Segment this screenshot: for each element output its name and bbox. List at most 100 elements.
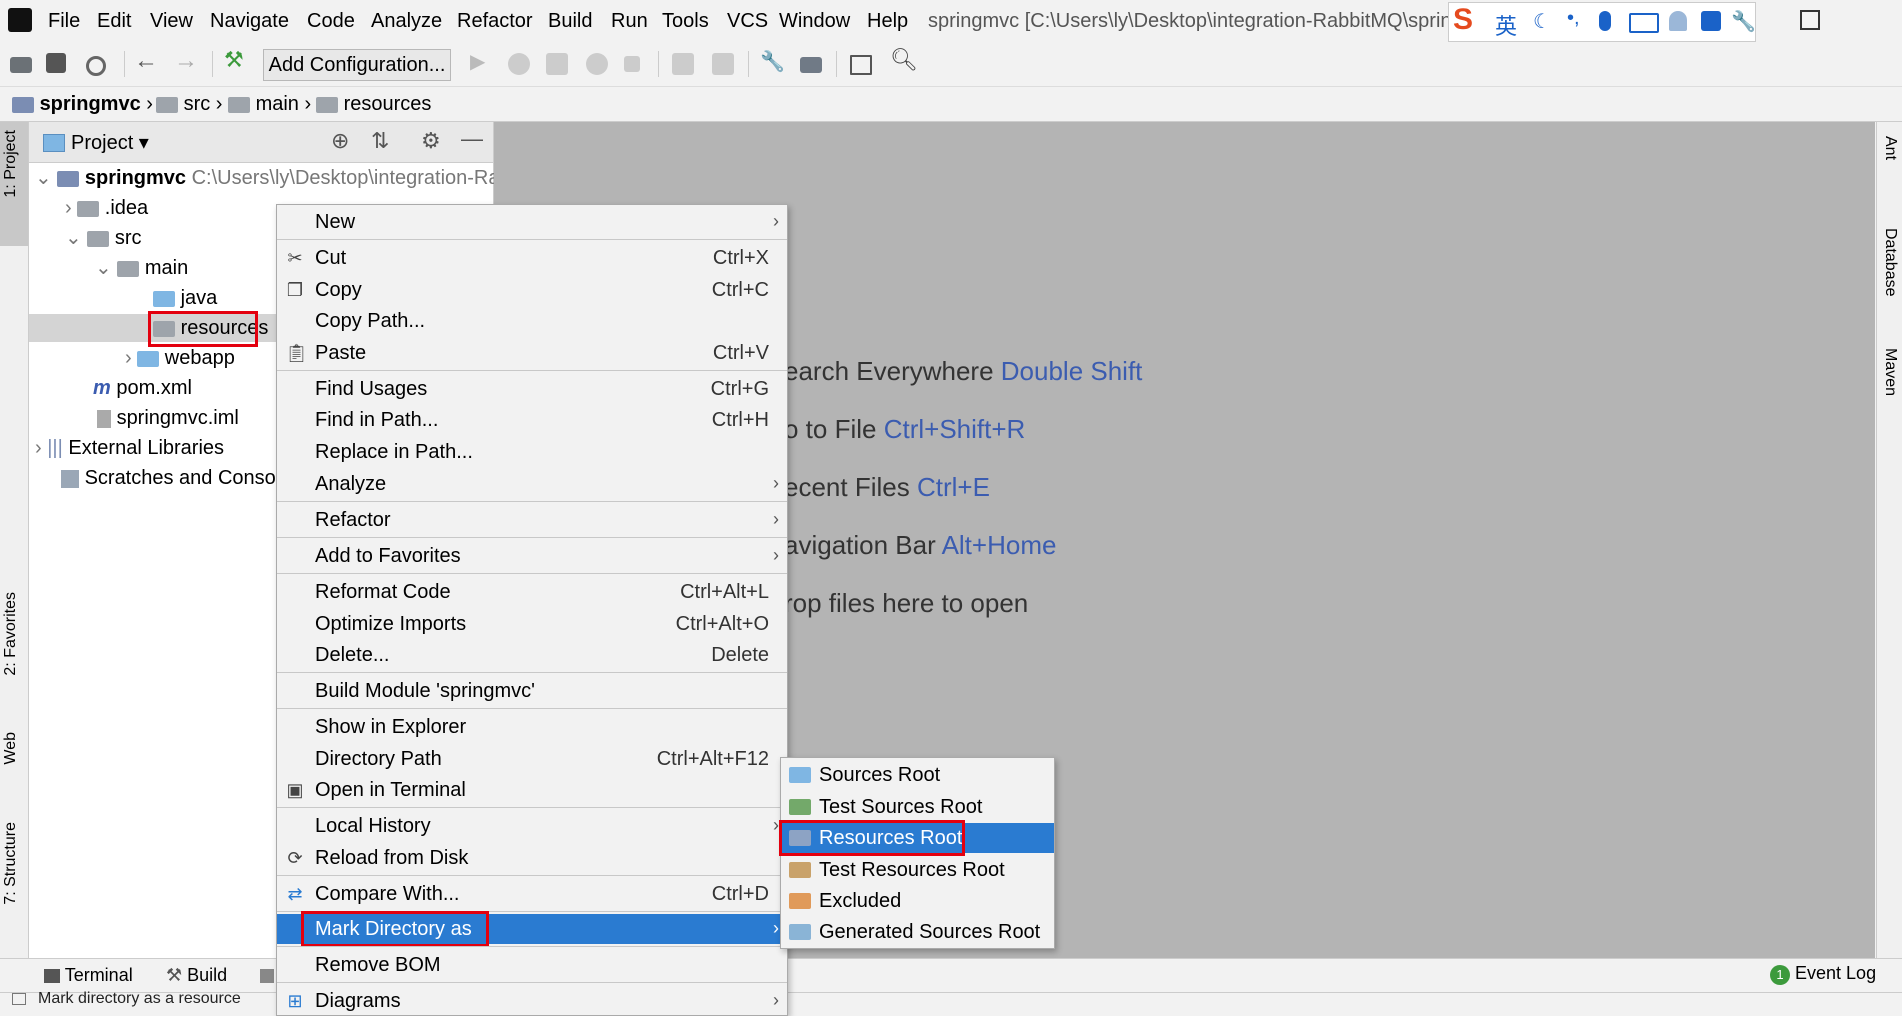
- moon-icon[interactable]: ☾: [1533, 9, 1551, 34]
- tab-maven[interactable]: Maven: [1881, 348, 1899, 396]
- forward-arrow-icon[interactable]: →: [174, 47, 198, 74]
- menu-item-reformat-code[interactable]: Reformat Code Ctrl+Alt+L: [277, 577, 787, 607]
- update-running-icon[interactable]: [672, 53, 694, 75]
- menu-item-diagrams[interactable]: ⊞ Diagrams ›: [277, 986, 787, 1016]
- todo-icon[interactable]: [260, 969, 274, 983]
- breadcrumb-src[interactable]: src ›: [156, 93, 222, 116]
- expand-arrow-icon[interactable]: ⌄: [65, 227, 82, 249]
- menu-item-cut[interactable]: ✂ Cut Ctrl+X: [277, 243, 787, 273]
- menu-item-new[interactable]: New ›: [277, 207, 787, 237]
- debug-icon[interactable]: [508, 53, 530, 75]
- menu-item-open-in-terminal[interactable]: ▣ Open in Terminal: [277, 775, 787, 805]
- menu-item-refactor[interactable]: Refactor ›: [277, 505, 787, 535]
- menu-vcs[interactable]: VCS: [727, 10, 768, 33]
- search-icon[interactable]: 🔍︎: [890, 47, 918, 72]
- settings-wrench-icon[interactable]: 🔧: [760, 49, 785, 73]
- back-arrow-icon[interactable]: ←: [134, 47, 158, 74]
- sync-icon[interactable]: [86, 56, 106, 76]
- tab-web[interactable]: Web: [2, 732, 20, 765]
- tab-terminal[interactable]: Terminal: [44, 965, 133, 986]
- submenu-item-excluded[interactable]: Excluded: [781, 886, 1054, 916]
- tree-row-src[interactable]: ⌄ src: [65, 224, 142, 252]
- profile-icon[interactable]: [586, 53, 608, 75]
- tab-database[interactable]: Database: [1881, 228, 1899, 297]
- breadcrumb-resources[interactable]: resources: [316, 93, 431, 116]
- microphone-icon[interactable]: [1599, 11, 1611, 31]
- menu-item-find-usages[interactable]: Find Usages Ctrl+G: [277, 374, 787, 404]
- keyboard-icon[interactable]: [1629, 13, 1659, 33]
- collapse-arrow-icon[interactable]: ›: [35, 437, 42, 459]
- menu-item-compare-with[interactable]: ⇄ Compare With... Ctrl+D: [277, 879, 787, 909]
- status-checkbox[interactable]: [12, 993, 26, 1005]
- menu-window[interactable]: Window: [779, 10, 850, 33]
- project-view-selector[interactable]: Project ▾: [71, 130, 149, 155]
- menu-build[interactable]: Build: [548, 10, 592, 33]
- menu-code[interactable]: Code: [307, 10, 355, 33]
- project-structure-icon[interactable]: [800, 57, 822, 73]
- open-folder-icon[interactable]: [10, 57, 32, 73]
- tab-favorites[interactable]: 2: Favorites: [2, 592, 20, 676]
- build-hammer-icon[interactable]: ⚒: [224, 47, 246, 72]
- tree-row-pom[interactable]: m pom.xml: [93, 374, 192, 402]
- menu-view[interactable]: View: [150, 10, 193, 33]
- save-icon[interactable]: [46, 53, 66, 73]
- tab-event-log[interactable]: 1 Event Log: [1770, 963, 1876, 985]
- menu-item-optimize-imports[interactable]: Optimize Imports Ctrl+Alt+O: [277, 609, 787, 639]
- run-icon[interactable]: ▶: [470, 49, 492, 73]
- tree-row-main[interactable]: ⌄ main: [95, 254, 188, 282]
- presentation-icon[interactable]: [850, 55, 872, 75]
- menu-item-add-to-favorites[interactable]: Add to Favorites ›: [277, 541, 787, 571]
- tab-build[interactable]: ⚒ Build: [166, 965, 227, 986]
- collapse-arrow-icon[interactable]: ›: [125, 347, 132, 369]
- menu-item-delete[interactable]: Delete... Delete: [277, 640, 787, 670]
- wrench-icon[interactable]: 🔧: [1731, 9, 1756, 34]
- stop-icon[interactable]: [624, 56, 640, 72]
- breadcrumb-springmvc[interactable]: springmvc ›: [12, 93, 153, 116]
- restore-window-button[interactable]: [1800, 10, 1820, 30]
- punctuation-icon[interactable]: •,: [1567, 7, 1580, 30]
- menu-item-copy[interactable]: ❐ Copy Ctrl+C: [277, 275, 787, 305]
- tree-row-java[interactable]: java: [153, 284, 217, 312]
- menu-run[interactable]: Run: [611, 10, 648, 33]
- tree-row-webapp[interactable]: › webapp: [125, 344, 235, 372]
- menu-navigate[interactable]: Navigate: [210, 10, 289, 33]
- collapse-all-icon[interactable]: ⇅: [371, 128, 389, 154]
- add-configuration-button[interactable]: Add Configuration...: [263, 49, 451, 81]
- expand-arrow-icon[interactable]: ⌄: [95, 257, 112, 279]
- menu-item-replace-in-path[interactable]: Replace in Path...: [277, 437, 787, 467]
- tab-structure[interactable]: 7: Structure: [2, 822, 20, 905]
- tab-ant[interactable]: Ant: [1881, 136, 1899, 160]
- menu-refactor[interactable]: Refactor: [457, 10, 533, 33]
- tree-row-springmvc[interactable]: ⌄ springmvc C:\Users\ly\Desktop\integrat…: [35, 164, 500, 192]
- expand-arrow-icon[interactable]: ⌄: [35, 167, 52, 189]
- skin-icon[interactable]: [1701, 11, 1721, 31]
- collapse-arrow-icon[interactable]: ›: [65, 197, 72, 219]
- submenu-item-test-sources-root[interactable]: Test Sources Root: [781, 792, 1054, 822]
- coverage-icon[interactable]: [546, 53, 568, 75]
- tree-row-idea[interactable]: › .idea: [65, 194, 148, 222]
- ime-toolbar[interactable]: S 英 ☾ •, 🔧: [1448, 2, 1756, 42]
- menu-help[interactable]: Help: [867, 10, 908, 33]
- menu-item-local-history[interactable]: Local History ›: [277, 811, 787, 841]
- menu-item-directory-path[interactable]: Directory Path Ctrl+Alt+F12: [277, 744, 787, 774]
- locate-icon[interactable]: ⊕: [331, 128, 349, 154]
- menu-item-find-in-path[interactable]: Find in Path... Ctrl+H: [277, 405, 787, 435]
- ime-language-toggle[interactable]: 英: [1495, 9, 1517, 41]
- tree-row-iml[interactable]: springmvc.iml: [97, 404, 239, 432]
- menu-item-reload-from-disk[interactable]: ⟳ Reload from Disk: [277, 843, 787, 873]
- breadcrumb-main[interactable]: main ›: [228, 93, 311, 116]
- attach-debugger-icon[interactable]: [712, 53, 734, 75]
- submenu-item-sources-root[interactable]: Sources Root: [781, 760, 1054, 790]
- submenu-item-generated-sources-root[interactable]: Generated Sources Root: [781, 917, 1054, 947]
- menu-item-paste[interactable]: 📋︎ Paste Ctrl+V: [277, 338, 787, 368]
- menu-analyze[interactable]: Analyze: [371, 10, 442, 33]
- tree-row-scratches[interactable]: Scratches and Console: [61, 464, 291, 492]
- menu-file[interactable]: File: [48, 10, 80, 33]
- menu-item-build-module[interactable]: Build Module 'springmvc': [277, 676, 787, 706]
- menu-item-show-in-explorer[interactable]: Show in Explorer: [277, 712, 787, 742]
- menu-tools[interactable]: Tools: [662, 10, 709, 33]
- gear-icon[interactable]: ⚙: [421, 128, 441, 154]
- submenu-item-test-resources-root[interactable]: Test Resources Root: [781, 855, 1054, 885]
- tab-project[interactable]: 1: Project: [2, 130, 20, 198]
- tree-row-external-libraries[interactable]: › ||| External Libraries: [35, 434, 224, 462]
